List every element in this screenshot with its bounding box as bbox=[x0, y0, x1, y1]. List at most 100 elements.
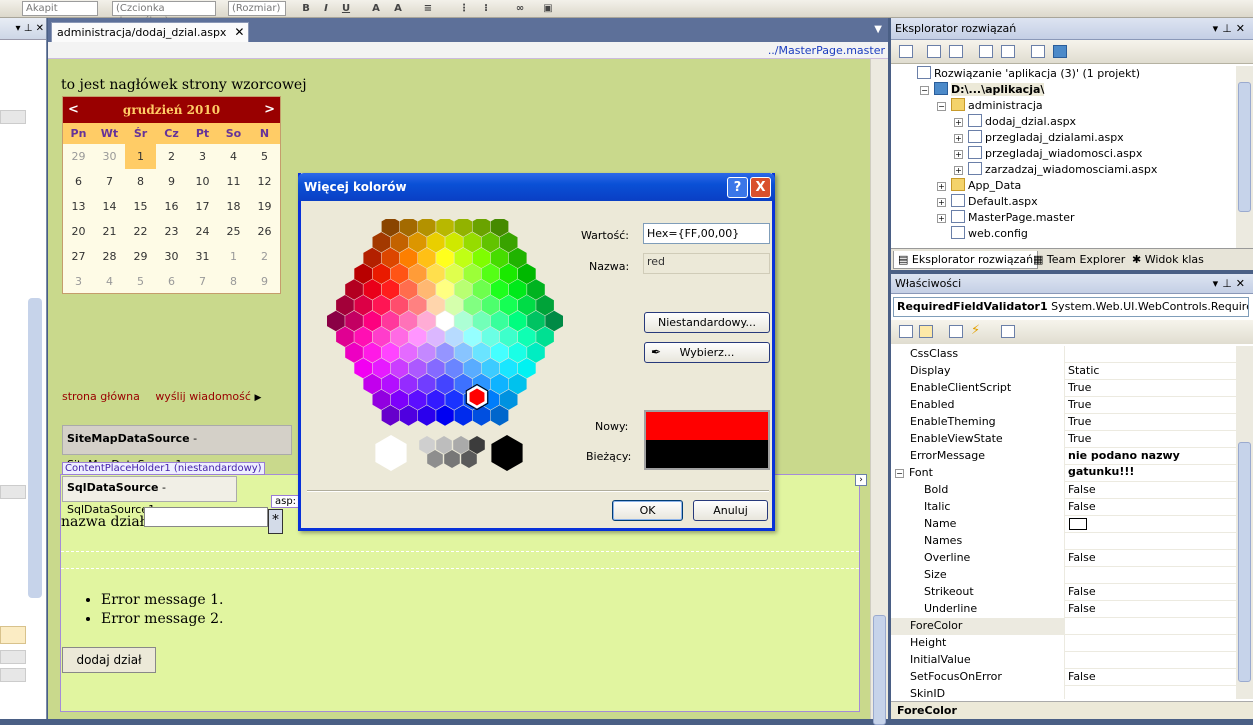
refresh-icon[interactable] bbox=[927, 45, 941, 58]
events-icon[interactable]: ⚡ bbox=[971, 324, 985, 338]
color-cell[interactable] bbox=[427, 389, 445, 410]
sql-datasource-control[interactable]: SqlDataSource - SqlDataSource1 bbox=[62, 476, 237, 516]
background-color-icon[interactable]: A bbox=[390, 1, 406, 16]
calendar-day[interactable]: 26 bbox=[249, 219, 280, 244]
calendar-day[interactable]: 2 bbox=[156, 144, 187, 169]
property-row[interactable]: Name bbox=[891, 516, 1236, 533]
color-cell[interactable] bbox=[472, 310, 491, 332]
tree-item[interactable]: + zarzadzaj_wiadomosciami.aspx bbox=[954, 162, 1157, 178]
gray-color-cell[interactable] bbox=[427, 450, 443, 468]
calendar-prev-link[interactable]: < bbox=[68, 97, 79, 123]
calendar-day[interactable]: 4 bbox=[94, 269, 125, 294]
scroll-thumb[interactable] bbox=[1238, 82, 1251, 212]
calendar-day[interactable]: 10 bbox=[187, 169, 218, 194]
property-value[interactable]: False bbox=[1066, 669, 1096, 686]
master-page-path[interactable]: ../MasterPage.master bbox=[48, 42, 888, 59]
calendar-day[interactable]: 6 bbox=[63, 169, 94, 194]
property-row[interactable]: EnableViewState True bbox=[891, 431, 1236, 448]
block-format-combo[interactable]: Akapit bbox=[22, 1, 98, 16]
close-tab-icon[interactable]: ✕ bbox=[234, 23, 244, 42]
aspnet-config-icon[interactable] bbox=[1053, 45, 1067, 58]
tab-class-view[interactable]: ✱ Widok klas bbox=[1128, 251, 1208, 269]
scroll-thumb[interactable] bbox=[873, 615, 886, 725]
expand-icon[interactable]: + bbox=[954, 166, 963, 175]
property-row[interactable]: Names bbox=[891, 533, 1236, 550]
color-cell[interactable] bbox=[345, 310, 363, 332]
color-cell[interactable] bbox=[427, 263, 445, 285]
layer-icon[interactable]: ▣ bbox=[540, 1, 556, 16]
smart-tag-icon[interactable]: › bbox=[855, 474, 867, 486]
color-cell[interactable] bbox=[490, 279, 509, 300]
font-size-combo[interactable]: (Rozmiar) bbox=[228, 1, 286, 16]
color-cell[interactable] bbox=[508, 373, 527, 395]
color-cell[interactable] bbox=[418, 279, 436, 300]
color-cell[interactable] bbox=[508, 310, 527, 332]
pick-color-button[interactable]: ✒ Wybierz... bbox=[644, 342, 770, 363]
color-cell[interactable] bbox=[436, 247, 454, 269]
calendar-day[interactable]: 3 bbox=[63, 269, 94, 294]
color-cell[interactable] bbox=[408, 232, 427, 253]
property-row[interactable]: EnableClientScript True bbox=[891, 380, 1236, 397]
property-value[interactable]: False bbox=[1066, 482, 1096, 499]
color-cell[interactable] bbox=[527, 342, 545, 363]
color-cell[interactable] bbox=[436, 373, 454, 395]
color-cell[interactable] bbox=[390, 326, 409, 348]
calendar-day[interactable]: 12 bbox=[249, 169, 280, 194]
calendar-day[interactable]: 31 bbox=[187, 244, 218, 269]
bullets-icon[interactable]: ⋮ bbox=[456, 1, 472, 16]
color-cell[interactable] bbox=[499, 389, 518, 410]
color-cell[interactable] bbox=[390, 295, 409, 316]
calendar-day[interactable]: 5 bbox=[125, 269, 156, 294]
calendar-day[interactable]: 28 bbox=[94, 244, 125, 269]
color-cell[interactable] bbox=[481, 326, 500, 348]
ok-button[interactable]: OK bbox=[612, 500, 683, 521]
categorized-icon[interactable] bbox=[899, 325, 913, 338]
color-cell[interactable] bbox=[490, 342, 509, 363]
expand-icon[interactable]: + bbox=[937, 214, 946, 223]
color-cell[interactable] bbox=[454, 247, 472, 269]
calendar-day[interactable]: 29 bbox=[125, 244, 156, 269]
color-cell[interactable] bbox=[418, 405, 436, 426]
color-cell[interactable] bbox=[481, 232, 500, 253]
property-row[interactable]: SkinID bbox=[891, 686, 1236, 699]
calendar-day[interactable]: 17 bbox=[187, 194, 218, 219]
color-cell[interactable] bbox=[372, 263, 391, 285]
property-row[interactable]: − Font bbox=[891, 465, 1236, 482]
expand-icon[interactable]: + bbox=[954, 150, 963, 159]
color-cell[interactable] bbox=[399, 373, 418, 395]
properties-scrollbar[interactable] bbox=[1236, 346, 1253, 699]
calendar-day[interactable]: 9 bbox=[156, 169, 187, 194]
property-value[interactable]: True bbox=[1066, 397, 1091, 414]
calendar-day[interactable]: 7 bbox=[94, 169, 125, 194]
color-cell[interactable] bbox=[499, 232, 518, 253]
tab-dodaj-dzial[interactable]: administracja/dodaj_dzial.aspx ✕ bbox=[51, 22, 250, 42]
color-cell[interactable] bbox=[327, 310, 345, 332]
property-row[interactable]: Display Static bbox=[891, 363, 1236, 380]
color-cell[interactable] bbox=[427, 232, 445, 253]
color-cell[interactable] bbox=[372, 232, 391, 253]
calendar-next-link[interactable]: > bbox=[264, 97, 275, 123]
color-cell[interactable] bbox=[463, 232, 482, 253]
gray-color-cell[interactable] bbox=[453, 436, 469, 454]
property-row[interactable]: EnableTheming True bbox=[891, 414, 1236, 431]
color-cell[interactable] bbox=[508, 279, 527, 300]
color-cell[interactable] bbox=[508, 342, 527, 363]
property-value[interactable]: False bbox=[1066, 584, 1096, 601]
object-selector[interactable]: RequiredFieldValidator1 System.Web.UI.We… bbox=[893, 297, 1249, 317]
color-cell[interactable] bbox=[390, 263, 409, 285]
calendar-day[interactable]: 30 bbox=[94, 144, 125, 169]
color-cell[interactable] bbox=[381, 279, 400, 300]
menu-item-send-message[interactable]: wyślij wiadomość bbox=[155, 390, 251, 403]
calendar-day[interactable]: 29 bbox=[63, 144, 94, 169]
color-cell[interactable] bbox=[436, 405, 454, 426]
calendar-day[interactable]: 6 bbox=[156, 269, 187, 294]
calendar-day[interactable]: 3 bbox=[187, 144, 218, 169]
property-value[interactable] bbox=[1066, 533, 1068, 550]
property-row[interactable]: Strikeout False bbox=[891, 584, 1236, 601]
calendar-day[interactable]: 20 bbox=[63, 219, 94, 244]
foreground-color-icon[interactable]: A bbox=[368, 1, 384, 16]
help-button[interactable]: ? bbox=[727, 177, 748, 198]
toolbox-item[interactable] bbox=[0, 668, 26, 682]
property-row[interactable]: ForeColor bbox=[891, 618, 1236, 635]
color-cell[interactable] bbox=[527, 279, 545, 300]
